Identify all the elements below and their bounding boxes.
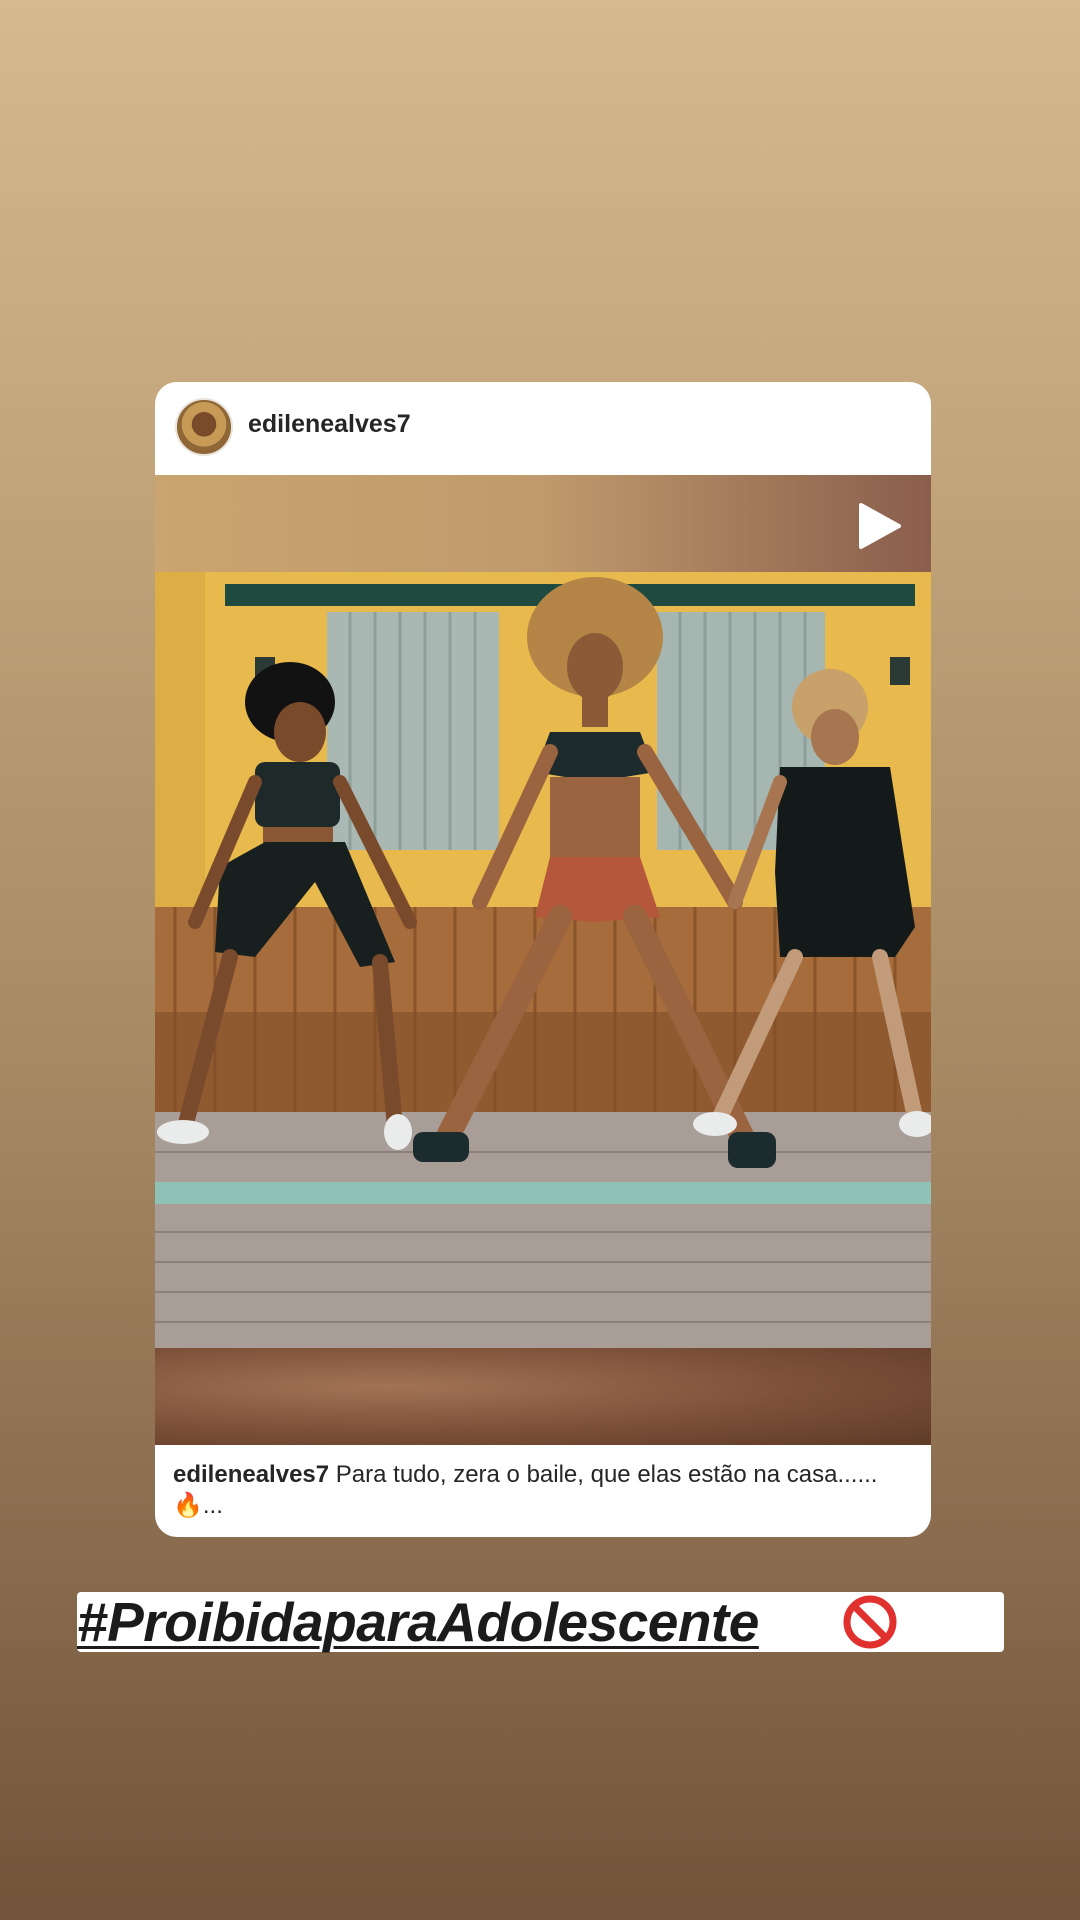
- video-letterbox-bottom: [155, 1348, 931, 1445]
- post-video[interactable]: [155, 475, 931, 1445]
- post-caption: edilenealves7 Para tudo, zera o baile, q…: [173, 1459, 913, 1521]
- caption-more-link[interactable]: ...: [203, 1492, 223, 1519]
- post-username[interactable]: edilenealves7: [248, 410, 411, 439]
- caption-text: Para tudo, zera o baile, que elas estão …: [335, 1461, 878, 1488]
- hashtag-text[interactable]: #ProibidaparaAdolescente: [77, 1592, 759, 1652]
- play-icon[interactable]: [855, 502, 903, 550]
- prohibited-icon: [843, 1595, 897, 1649]
- video-frame-dancers: [155, 572, 931, 1348]
- avatar[interactable]: [175, 398, 233, 456]
- video-letterbox-top: [155, 475, 931, 572]
- fire-emoji-icon: 🔥: [173, 1492, 203, 1519]
- shared-post-card[interactable]: edilenealves7 edilenealves7 Para tudo, z…: [155, 382, 931, 1537]
- post-header: edilenealves7: [155, 382, 931, 475]
- caption-username[interactable]: edilenealves7: [173, 1461, 329, 1488]
